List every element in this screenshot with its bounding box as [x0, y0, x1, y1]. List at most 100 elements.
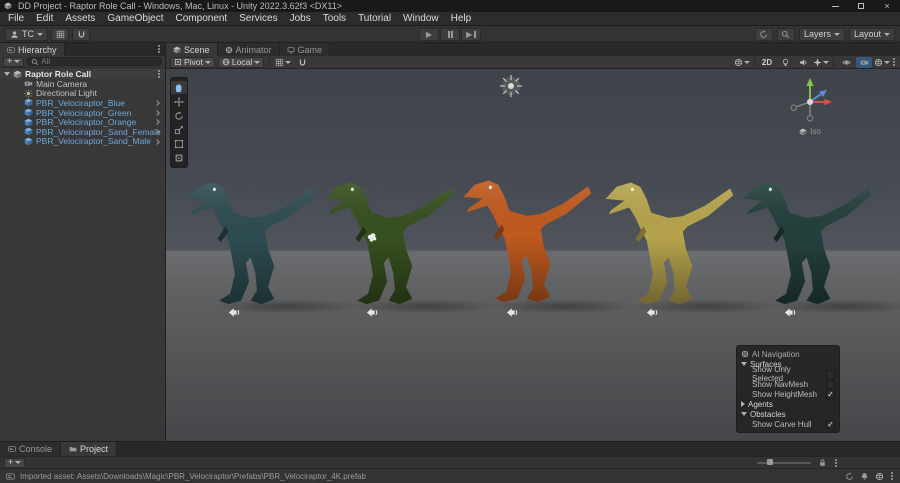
project-menu-icon[interactable]	[835, 461, 837, 464]
scene-options-icon[interactable]	[158, 73, 160, 75]
refresh-icon[interactable]	[845, 472, 854, 481]
show-heightmesh-row[interactable]: Show HeightMesh ✓	[741, 389, 835, 399]
scene-visibility-toggle[interactable]	[838, 57, 854, 68]
tab-hierarchy[interactable]: Hierarchy	[0, 43, 65, 56]
prefab-open-chevron-icon[interactable]	[154, 138, 160, 145]
hierarchy-item-raptor-orange[interactable]: PBR_Velociraptor_Orange	[0, 117, 165, 127]
raptor-model-orange[interactable]	[462, 171, 596, 309]
foldout-open-icon[interactable]	[741, 412, 747, 416]
audio-source-gizmo-icon[interactable]	[646, 306, 659, 319]
audio-source-gizmo-icon[interactable]	[506, 306, 519, 319]
menu-item-tools[interactable]: Tools	[317, 12, 352, 26]
menu-item-help[interactable]: Help	[445, 12, 478, 26]
checkbox-checked[interactable]: ✓	[826, 389, 835, 399]
shading-mode-dropdown[interactable]	[734, 57, 750, 68]
checkbox-checked[interactable]: ✓	[826, 419, 835, 429]
rect-tool-button[interactable]	[171, 137, 187, 150]
tab-scene[interactable]: Scene	[166, 43, 218, 56]
minimize-button[interactable]	[822, 0, 848, 12]
search-button[interactable]	[776, 27, 795, 41]
raptor-model-sand-female[interactable]	[604, 173, 738, 311]
local-dropdown[interactable]: Local	[217, 56, 265, 68]
menu-item-gameobject[interactable]: GameObject	[101, 12, 169, 26]
menu-item-window[interactable]: Window	[397, 12, 445, 26]
snap-toggle-button[interactable]	[294, 57, 310, 68]
scale-tool-button[interactable]	[171, 123, 187, 136]
undo-history-button[interactable]	[754, 27, 773, 41]
orientation-gizmo[interactable]	[783, 73, 837, 127]
show-carve-hull-row[interactable]: Show Carve Hull ✓	[741, 419, 835, 429]
raptor-model-blue[interactable]	[186, 173, 320, 311]
foldout-open-icon[interactable]	[4, 72, 10, 76]
tab-project[interactable]: Project	[61, 442, 118, 456]
hierarchy-item-raptor-sand-male[interactable]: PBR_Velociraptor_Sand_Male	[0, 136, 165, 146]
prefab-open-chevron-icon[interactable]	[154, 100, 160, 107]
move-tool-button[interactable]	[171, 95, 187, 108]
slider-knob[interactable]	[767, 459, 773, 465]
tab-console[interactable]: Console	[0, 442, 62, 456]
audio-source-gizmo-icon[interactable]	[228, 306, 241, 319]
layout-dropdown[interactable]: Layout	[848, 27, 895, 41]
search-input[interactable]	[41, 57, 157, 66]
cache-server-icon[interactable]	[875, 472, 884, 481]
foldout-open-icon[interactable]	[741, 362, 747, 366]
version-control-button[interactable]: TC	[5, 27, 48, 41]
checkbox[interactable]	[826, 379, 835, 389]
ai-navigation-header[interactable]: AI Navigation	[741, 349, 835, 359]
step-button[interactable]: ▶	[461, 28, 481, 41]
hierarchy-item-directional-light[interactable]: Directional Light	[0, 88, 165, 98]
play-button[interactable]: ▶	[419, 28, 439, 41]
project-add-button[interactable]: +	[4, 457, 26, 468]
agents-section[interactable]: Agents	[741, 399, 835, 409]
menu-item-component[interactable]: Component	[170, 12, 234, 26]
pivot-dropdown[interactable]: Pivot	[170, 56, 215, 68]
grid-visibility-button[interactable]	[275, 57, 292, 68]
hierarchy-item-raptor-blue[interactable]: PBR_Velociraptor_Blue	[0, 98, 165, 108]
scene-view-menu-icon[interactable]	[893, 61, 895, 63]
raptor-model-green[interactable]	[324, 173, 458, 311]
hierarchy-item-raptor-sand-female[interactable]: PBR_Velociraptor_Sand_Female	[0, 127, 165, 137]
layers-dropdown[interactable]: Layers	[798, 27, 845, 41]
show-only-selected-row[interactable]: Show Only Selected	[741, 365, 835, 383]
prefab-open-chevron-icon[interactable]	[154, 109, 160, 116]
audio-source-gizmo-icon[interactable]	[366, 306, 379, 319]
view-tool-button[interactable]	[171, 81, 187, 94]
scene-camera-settings-button[interactable]	[856, 56, 872, 68]
bell-icon[interactable]	[860, 472, 869, 481]
rotate-tool-button[interactable]	[171, 109, 187, 122]
scene-audio-toggle[interactable]	[795, 57, 811, 68]
lock-icon[interactable]	[818, 458, 827, 467]
snap-settings-button[interactable]	[72, 27, 90, 41]
hierarchy-item-main-camera[interactable]: Main Camera	[0, 79, 165, 89]
pause-button[interactable]	[440, 28, 460, 41]
audio-source-gizmo-icon[interactable]	[784, 306, 797, 319]
scene-lighting-toggle[interactable]	[777, 57, 793, 68]
scene-header-row[interactable]: Raptor Role Call	[0, 69, 165, 79]
transform-tool-button[interactable]	[171, 151, 187, 164]
create-object-button[interactable]: +	[3, 56, 25, 67]
grid-snap-button[interactable]	[51, 27, 69, 41]
gizmos-dropdown[interactable]	[874, 57, 890, 68]
status-message[interactable]: Imported asset: Assets\Downloads\Magic\P…	[20, 472, 366, 481]
menu-item-edit[interactable]: Edit	[30, 12, 59, 26]
directional-light-gizmo-icon[interactable]	[498, 73, 524, 99]
2d-toggle-button[interactable]: 2D	[759, 57, 775, 68]
tab-animator[interactable]: Animator	[217, 43, 280, 56]
tab-game[interactable]: Game	[279, 43, 331, 56]
projection-mode-label[interactable]: Iso	[783, 127, 837, 136]
status-menu-icon[interactable]	[891, 475, 893, 477]
paint-splat-gizmo-icon[interactable]	[366, 232, 378, 244]
obstacles-section[interactable]: Obstacles	[741, 409, 835, 419]
maximize-button[interactable]	[848, 0, 874, 12]
scene-effects-dropdown[interactable]	[813, 57, 829, 68]
menu-item-services[interactable]: Services	[233, 12, 283, 26]
menu-item-assets[interactable]: Assets	[59, 12, 101, 26]
foldout-closed-icon[interactable]	[741, 401, 745, 407]
checkbox[interactable]	[826, 369, 835, 379]
raptor-model-sand-male[interactable]	[742, 173, 876, 311]
close-button[interactable]: ×	[874, 0, 900, 12]
menu-item-file[interactable]: File	[2, 12, 30, 26]
panel-menu-icon[interactable]	[158, 48, 160, 50]
hierarchy-search-field[interactable]	[26, 57, 162, 66]
menu-item-jobs[interactable]: Jobs	[284, 12, 317, 26]
